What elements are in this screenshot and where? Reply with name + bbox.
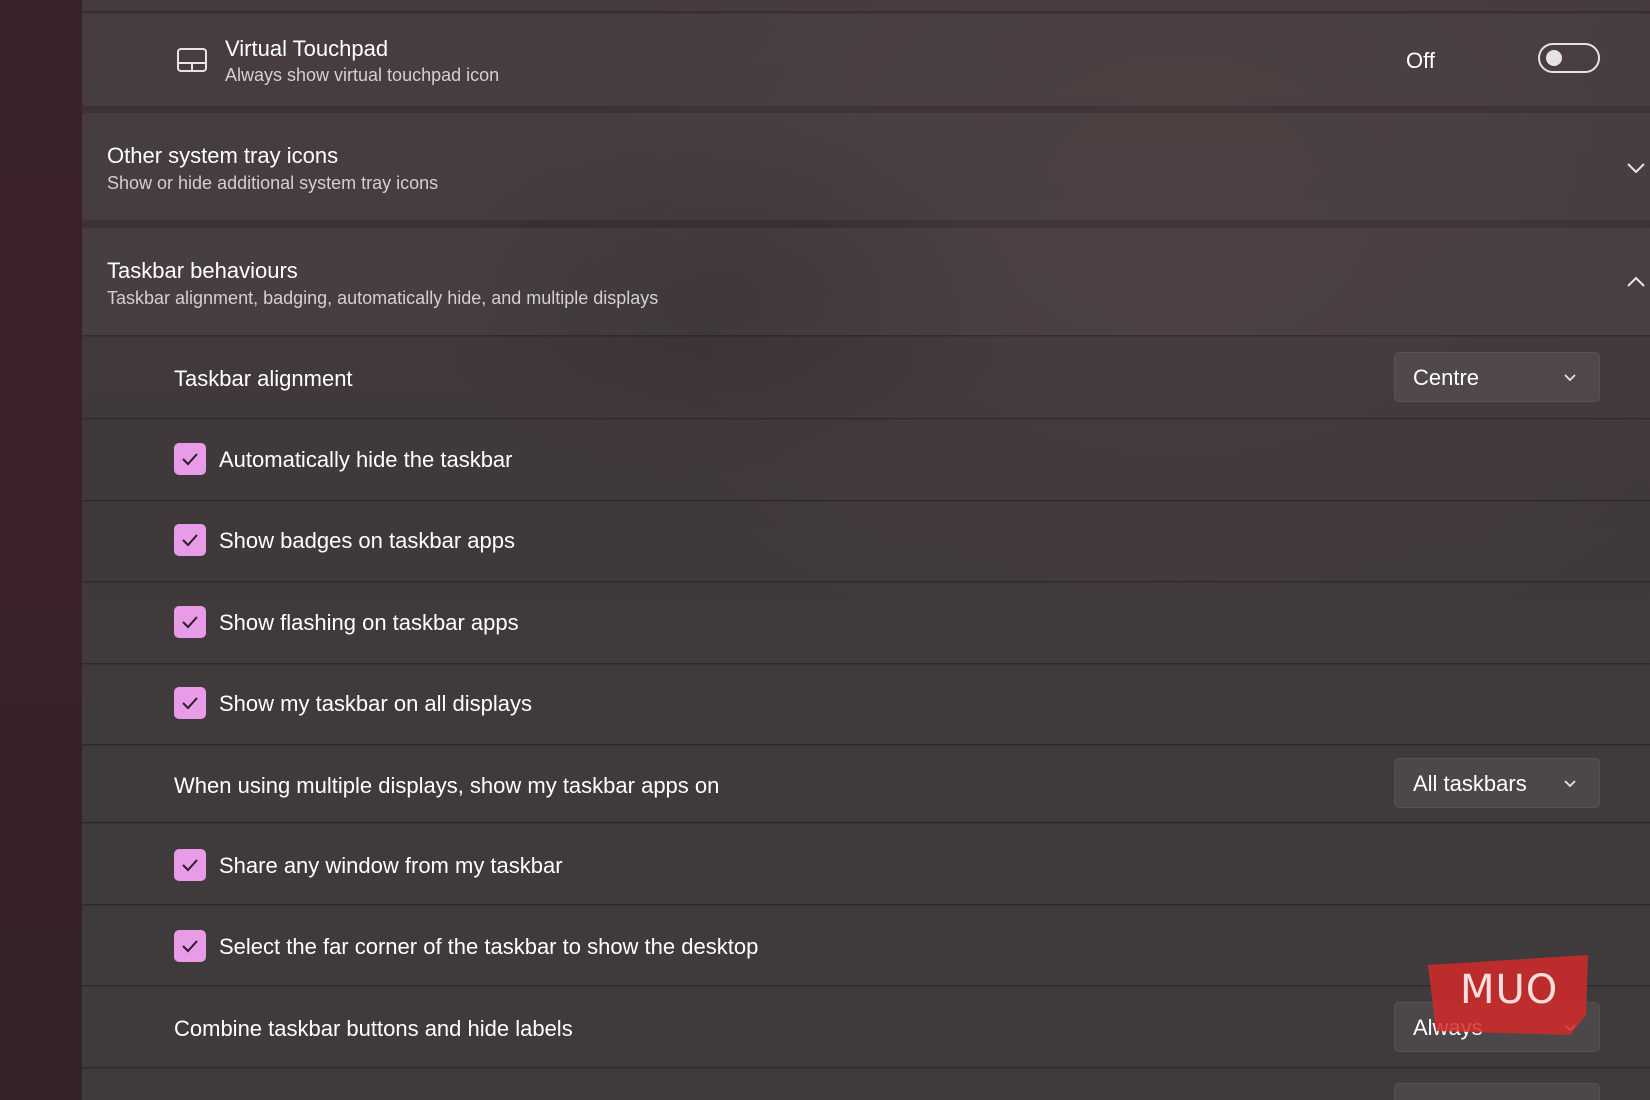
auto-hide-taskbar-label: Automatically hide the taskbar — [219, 447, 513, 472]
other-system-tray-icons-title: Other system tray icons — [107, 143, 339, 168]
auto-hide-taskbar-row: Automatically hide the taskbar — [82, 420, 1650, 501]
multiple-displays-dropdown[interactable]: All taskbars — [1394, 758, 1600, 808]
chevron-down-icon — [1563, 777, 1577, 791]
multiple-displays-value: All taskbars — [1413, 771, 1527, 796]
share-window-row: Share any window from my taskbar — [82, 824, 1650, 905]
show-taskbar-all-displays-checkbox[interactable] — [174, 687, 206, 719]
chevron-down-icon — [1563, 371, 1577, 385]
taskbar-behaviours-description: Taskbar alignment, badging, automaticall… — [107, 288, 659, 308]
touchpad-icon — [176, 47, 208, 73]
auto-hide-taskbar-checkbox[interactable] — [174, 443, 206, 475]
muo-watermark-logo: MUO — [1428, 955, 1588, 1035]
show-flashing-checkbox[interactable] — [174, 606, 206, 638]
show-flashing-label: Show flashing on taskbar apps — [219, 610, 519, 635]
show-badges-label: Show badges on taskbar apps — [219, 528, 515, 553]
show-taskbar-all-displays-label: Show my taskbar on all displays — [219, 691, 533, 716]
next-setting-row — [82, 1069, 1650, 1100]
far-corner-show-desktop-row: Select the far corner of the taskbar to … — [82, 906, 1650, 986]
navigation-pane — [0, 0, 82, 1100]
taskbar-behaviours-card[interactable]: Taskbar behaviours Taskbar alignment, ba… — [82, 228, 1650, 336]
previous-setting-card — [82, 0, 1650, 12]
taskbar-behaviours-title: Taskbar behaviours — [107, 258, 298, 283]
taskbar-alignment-dropdown[interactable]: Centre — [1394, 352, 1600, 402]
multiple-displays-row: When using multiple displays, show my ta… — [82, 746, 1650, 823]
show-taskbar-all-displays-row: Show my taskbar on all displays — [82, 665, 1650, 745]
next-setting-dropdown[interactable] — [1394, 1083, 1600, 1100]
multiple-displays-label: When using multiple displays, show my ta… — [174, 773, 720, 798]
show-badges-row: Show badges on taskbar apps — [82, 502, 1650, 582]
other-system-tray-icons-description: Show or hide additional system tray icon… — [107, 173, 439, 193]
other-system-tray-icons-card[interactable]: Other system tray icons Show or hide add… — [82, 113, 1650, 220]
share-window-checkbox[interactable] — [174, 849, 206, 881]
taskbar-alignment-label: Taskbar alignment — [174, 366, 353, 391]
share-window-label: Share any window from my taskbar — [219, 853, 563, 878]
taskbar-alignment-value: Centre — [1413, 365, 1480, 390]
virtual-touchpad-description: Always show virtual touchpad icon — [225, 65, 500, 85]
combine-buttons-row: Combine taskbar buttons and hide labels … — [82, 987, 1650, 1068]
virtual-touchpad-title: Virtual Touchpad — [225, 36, 389, 61]
virtual-touchpad-card: Virtual Touchpad Always show virtual tou… — [82, 14, 1650, 106]
virtual-touchpad-toggle[interactable] — [1538, 43, 1600, 73]
toggle-knob — [1546, 50, 1562, 66]
taskbar-alignment-row: Taskbar alignment Centre — [82, 337, 1650, 419]
combine-buttons-label: Combine taskbar buttons and hide labels — [174, 1016, 573, 1041]
chevron-up-icon[interactable] — [1626, 275, 1646, 289]
far-corner-show-desktop-checkbox[interactable] — [174, 930, 206, 962]
show-badges-checkbox[interactable] — [174, 524, 206, 556]
muo-watermark-text: MUO — [1460, 967, 1559, 1013]
virtual-touchpad-toggle-state: Off — [1406, 48, 1435, 73]
chevron-down-icon[interactable] — [1626, 161, 1646, 175]
show-flashing-row: Show flashing on taskbar apps — [82, 583, 1650, 664]
far-corner-show-desktop-label: Select the far corner of the taskbar to … — [219, 934, 759, 959]
